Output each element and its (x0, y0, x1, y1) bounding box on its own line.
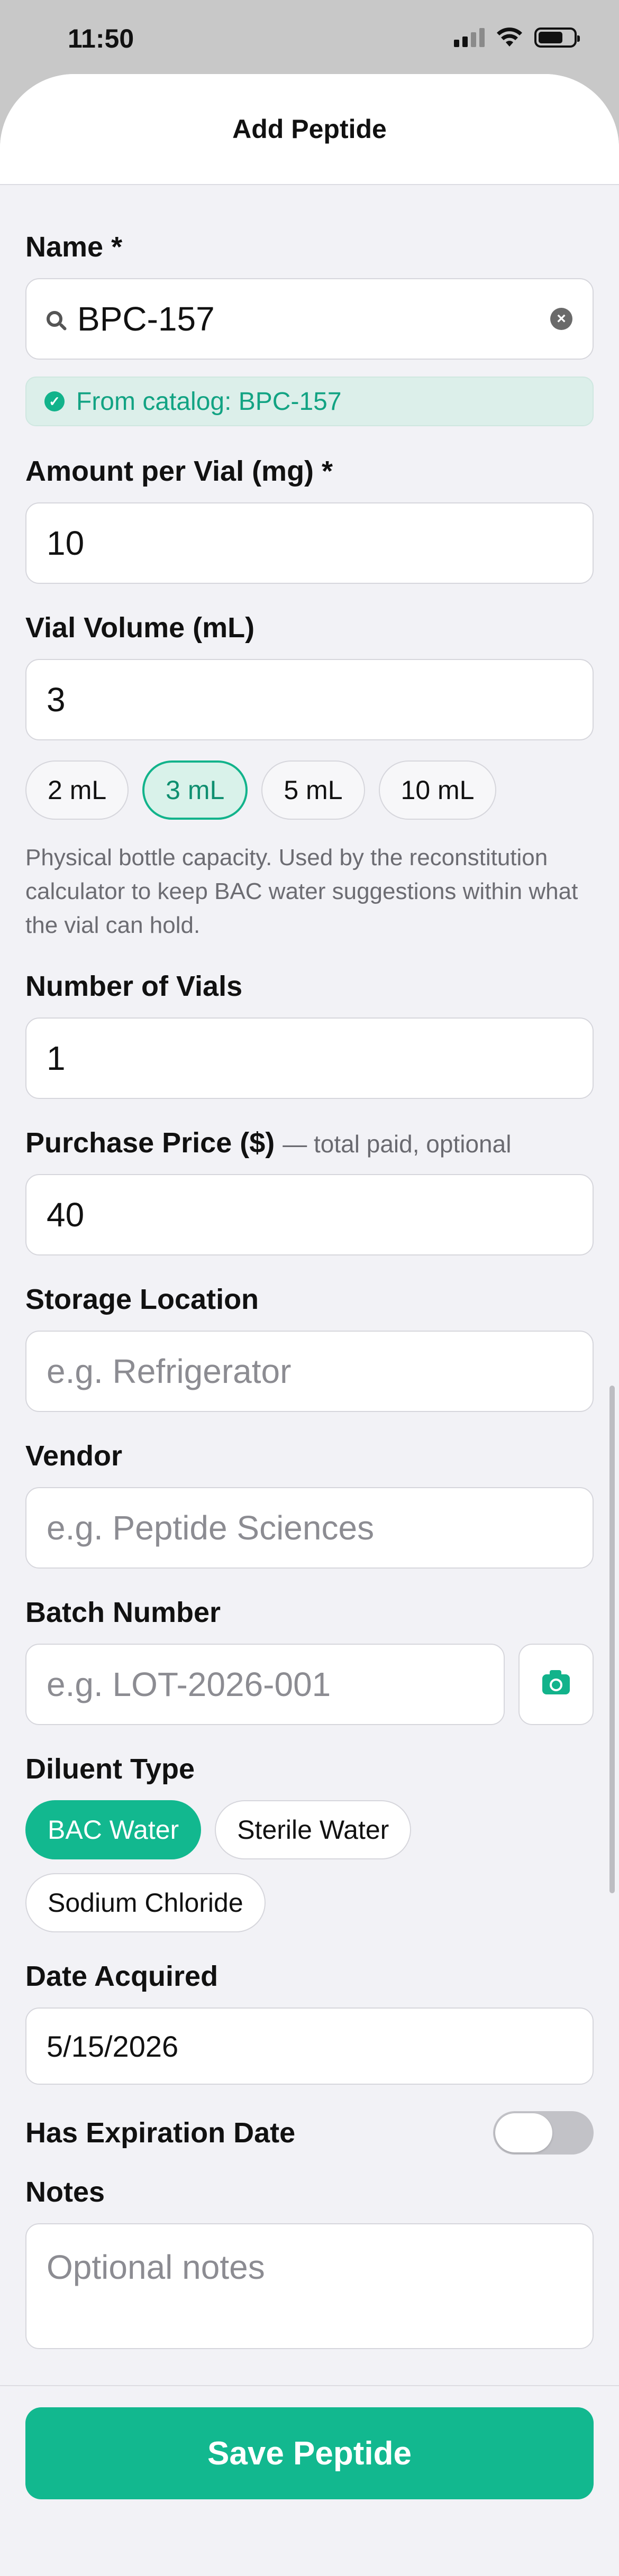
batch-label: Batch Number (25, 1597, 221, 1628)
peptide-form: Name * BPC-157 × ✓ From catalog: BPC-157… (0, 231, 619, 2349)
scrollbar[interactable] (609, 1386, 615, 1893)
amount-input[interactable]: 10 (25, 502, 594, 584)
camera-icon (542, 1670, 570, 1694)
battery-icon (534, 27, 580, 48)
expiration-row: Has Expiration Date (25, 2111, 594, 2155)
price-input[interactable]: 40 (25, 1174, 594, 1255)
expiration-toggle[interactable] (493, 2111, 594, 2155)
clear-icon[interactable]: × (550, 308, 572, 330)
vial-volume-helper: Physical bottle capacity. Used by the re… (25, 845, 578, 938)
price-label: Purchase Price ($) — total paid, optiona… (25, 1126, 594, 1159)
diluent-options: BAC Water Sterile Water Sodium Chloride (25, 1800, 594, 1932)
price-label-text: Purchase Price ($) (25, 1127, 275, 1159)
cellular-icon (454, 28, 485, 47)
price-value: 40 (47, 1196, 85, 1234)
notes-textarea[interactable]: Optional notes (25, 2223, 594, 2349)
vendor-label: Vendor (25, 1440, 123, 1472)
amount-label: Amount per Vial (mg) * (25, 455, 333, 487)
status-time: 11:50 (68, 24, 134, 53)
scan-batch-button[interactable] (518, 1644, 594, 1725)
amount-value: 10 (47, 524, 85, 562)
date-acquired-input[interactable]: 5/15/2026 (25, 2007, 594, 2085)
preset-chip-3ml[interactable]: 3 mL (142, 760, 248, 820)
footer-bar: Save Peptide (0, 2385, 619, 2502)
name-value: BPC-157 (77, 300, 215, 338)
batch-input[interactable]: e.g. LOT-2026-001 (25, 1644, 505, 1725)
name-label: Name * (25, 231, 123, 263)
catalog-badge-text: From catalog: BPC-157 (76, 387, 342, 416)
sheet-header: Add Peptide (0, 74, 619, 185)
vendor-placeholder: e.g. Peptide Sciences (47, 1509, 375, 1547)
date-acquired-value: 5/15/2026 (47, 2029, 179, 2063)
diluent-chip-sodium-chloride[interactable]: Sodium Chloride (25, 1873, 266, 1932)
preset-chip-2ml[interactable]: 2 mL (25, 760, 129, 820)
batch-placeholder: e.g. LOT-2026-001 (47, 1665, 331, 1703)
vials-value: 1 (47, 1039, 66, 1077)
catalog-badge: ✓ From catalog: BPC-157 (25, 377, 594, 426)
expiration-label: Has Expiration Date (25, 2117, 296, 2149)
date-acquired-label: Date Acquired (25, 1960, 219, 1992)
vials-input[interactable]: 1 (25, 1017, 594, 1099)
search-icon (47, 311, 62, 327)
vial-volume-label: Vial Volume (mL) (25, 612, 255, 644)
preset-chip-5ml[interactable]: 5 mL (261, 760, 365, 820)
vials-label: Number of Vials (25, 970, 243, 1002)
diluent-chip-sterile-water[interactable]: Sterile Water (215, 1800, 412, 1859)
vial-volume-presets: 2 mL 3 mL 5 mL 10 mL (25, 760, 594, 820)
vial-volume-value: 3 (47, 681, 66, 719)
status-icons (454, 27, 580, 48)
storage-label: Storage Location (25, 1284, 259, 1315)
notes-placeholder: Optional notes (47, 2248, 265, 2286)
preset-chip-10ml[interactable]: 10 mL (378, 760, 497, 820)
diluent-label: Diluent Type (25, 1753, 195, 1785)
name-search-input[interactable]: BPC-157 × (25, 278, 594, 360)
status-bar: 11:50 (0, 0, 619, 74)
add-peptide-sheet: Add Peptide Name * BPC-157 × ✓ From cata… (0, 74, 619, 2576)
price-hint: — total paid, optional (283, 1130, 512, 1158)
check-circle-icon: ✓ (44, 391, 65, 411)
toggle-knob (495, 2113, 552, 2152)
storage-input[interactable]: e.g. Refrigerator (25, 1331, 594, 1412)
wifi-icon (497, 27, 522, 47)
storage-placeholder: e.g. Refrigerator (47, 1352, 292, 1390)
notes-label: Notes (25, 2176, 105, 2208)
diluent-chip-bac-water[interactable]: BAC Water (25, 1800, 202, 1859)
page-title: Add Peptide (232, 114, 387, 144)
vendor-input[interactable]: e.g. Peptide Sciences (25, 1487, 594, 1569)
save-peptide-button[interactable]: Save Peptide (25, 2407, 594, 2499)
vial-volume-input[interactable]: 3 (25, 659, 594, 740)
